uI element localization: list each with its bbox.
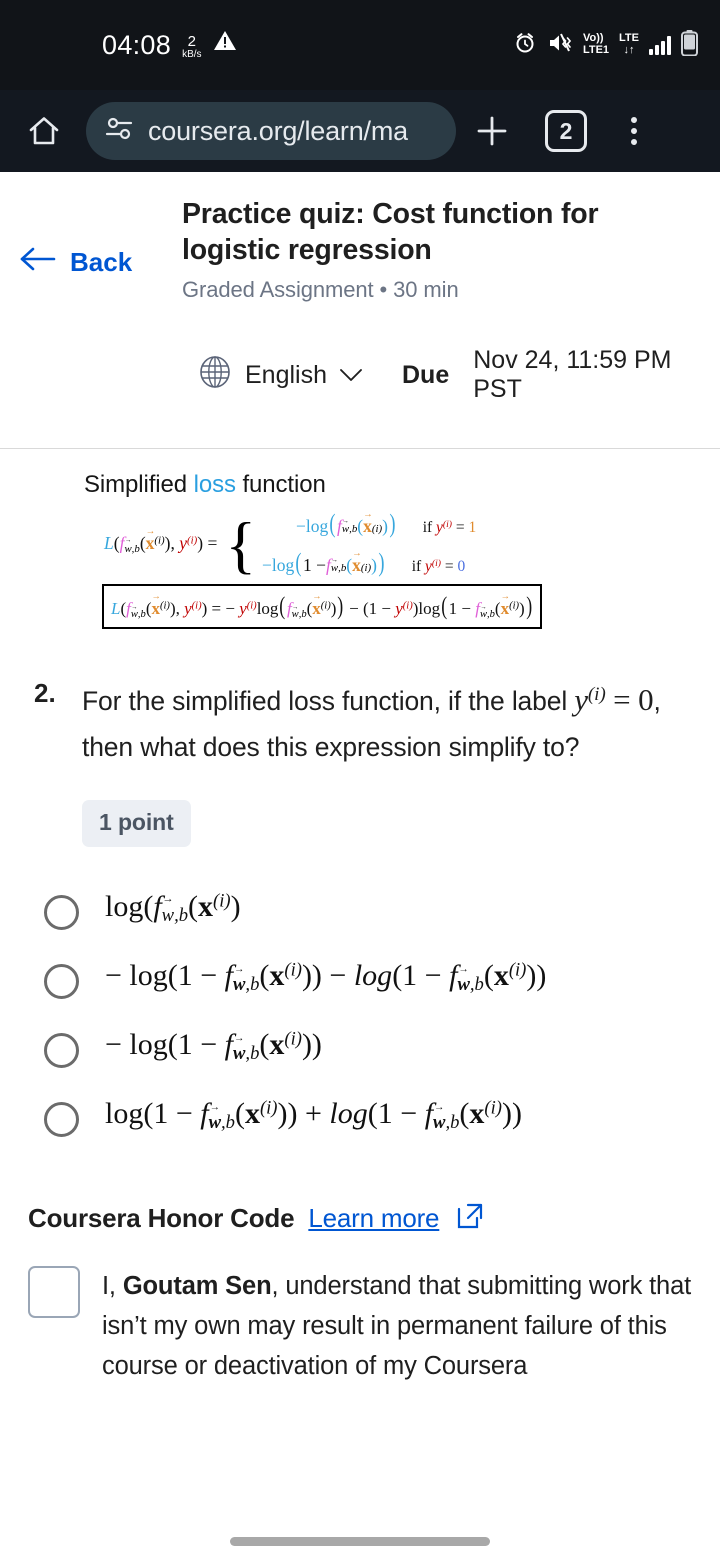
overflow-menu-icon[interactable] <box>604 117 664 145</box>
question-block: 2. For the simplified loss function, if … <box>0 629 720 847</box>
question-text-part-1: For the simplified loss function, if the… <box>82 686 575 717</box>
site-settings-icon[interactable] <box>104 116 134 147</box>
back-button-label: Back <box>70 247 133 278</box>
learn-more-link[interactable]: Learn more <box>308 1203 439 1234</box>
piecewise-case-2-condition: if y(i) = 0 <box>411 558 466 576</box>
volte-line-2: LTE1 <box>582 44 610 56</box>
plus-icon[interactable] <box>456 112 528 150</box>
radio-button-3[interactable] <box>44 1032 79 1068</box>
answer-option-2-label: − log(1 − fw,b(x(i))) − log(1 − fw,b(x(i… <box>105 956 690 999</box>
language-label: English <box>245 360 327 389</box>
question-body: For the simplified loss function, if the… <box>82 675 686 847</box>
boxed-simplified-loss-formula: L(fw,b(x(i)), y(i)) = − y(i)log(fw,b(x(i… <box>102 584 543 630</box>
slide-caption: Simplified loss function <box>0 471 720 499</box>
slide-formula-area: L(fw,b(x(i)), y(i)) = { −log(fw,b(x(i)))… <box>0 509 720 630</box>
due-date: Nov 24, 11:59 PM PST <box>473 346 672 404</box>
menu-dot-1 <box>631 117 637 123</box>
answer-option-4[interactable]: log(1 − fw,b(x(i))) + log(1 − fw,b(x(i))… <box>44 1094 690 1137</box>
radio-button-4[interactable] <box>44 1101 79 1137</box>
warning-triangle-icon <box>213 30 237 57</box>
piecewise-left-hand-side: L(fw,b(x(i)), y(i)) = <box>104 527 217 555</box>
question-inline-math: y(i) = 0 <box>574 682 654 718</box>
piecewise-cases: −log(fw,b(x(i))) if y(i) = 1 −log(1 − fw… <box>262 509 476 578</box>
answer-option-3[interactable]: − log(1 − fw,b(x(i))) <box>44 1025 690 1068</box>
alarm-clock-icon <box>513 31 537 60</box>
answer-option-1-label: log(fw,b(x(i)) <box>105 887 690 930</box>
radio-button-2[interactable] <box>44 963 79 999</box>
radio-button-1[interactable] <box>44 894 79 930</box>
chevron-down-icon <box>338 361 364 390</box>
honor-statement-prefix: I, <box>102 1271 123 1300</box>
answer-options-list: log(fw,b(x(i)) − log(1 − fw,b(x(i))) − l… <box>0 847 720 1137</box>
honor-user-name: Goutam Sen <box>122 1271 272 1300</box>
slide-caption-pre: Simplified <box>84 471 194 499</box>
lte-indicator: LTE ↓↑ <box>619 33 639 56</box>
honor-code-title-row: Coursera Honor Code Learn more <box>28 1201 692 1236</box>
browser-toolbar: coursera.org/learn/ma 2 <box>0 90 720 172</box>
answer-option-1[interactable]: log(fw,b(x(i)) <box>44 887 690 930</box>
question-text: For the simplified loss function, if the… <box>82 675 686 768</box>
back-button[interactable]: Back <box>18 196 182 303</box>
quiz-title-block: Practice quiz: Cost function for logisti… <box>182 196 702 303</box>
honor-code-agreement-row: I, Goutam Sen, understand that submittin… <box>28 1265 692 1387</box>
volte-indicator: Vo)) LTE1 <box>583 33 609 56</box>
vibrate-mute-icon <box>547 32 573 59</box>
back-arrow-icon <box>18 246 58 279</box>
language-selector[interactable]: English <box>196 353 364 398</box>
question-number: 2. <box>34 678 56 709</box>
menu-dot-2 <box>631 128 637 134</box>
network-speed-unit: kB/s <box>182 48 202 60</box>
quiz-page: Back Practice quiz: Cost function for lo… <box>0 172 720 1560</box>
honor-code-statement: I, Goutam Sen, understand that submittin… <box>102 1266 692 1387</box>
quiz-subtitle: Graded Assignment • 30 min <box>182 277 459 303</box>
status-bar-left-cluster: 04:08 2 kB/s <box>0 29 237 60</box>
tab-count-label[interactable]: 2 <box>545 110 587 152</box>
network-speed-indicator: 2 kB/s <box>182 34 201 60</box>
slide-caption-post: function <box>235 471 326 499</box>
network-speed-value: 2 <box>187 32 196 50</box>
honor-code-checkbox[interactable] <box>28 1265 80 1318</box>
gesture-pill[interactable] <box>230 1536 490 1546</box>
piecewise-brace: { <box>225 509 257 581</box>
points-badge: 1 point <box>82 799 191 847</box>
tab-switcher-button[interactable]: 2 <box>528 110 604 152</box>
piecewise-case-2: −log(1 − fw,b(x(i))) if y(i) = 0 <box>262 548 476 578</box>
quiz-meta-row: English Due Nov 24, 11:59 PM PST <box>0 303 720 404</box>
address-bar[interactable]: coursera.org/learn/ma <box>86 102 456 160</box>
url-text[interactable]: coursera.org/learn/ma <box>148 116 408 147</box>
signal-bars-icon <box>649 35 671 55</box>
page-title: Practice quiz: Cost function for logisti… <box>182 198 599 267</box>
battery-icon <box>681 29 698 61</box>
android-status-bar: 04:08 2 kB/s Vo)) LTE1 LTE ↓↑ <box>0 0 720 90</box>
piecewise-loss-formula: L(fw,b(x(i)), y(i)) = { −log(fw,b(x(i)))… <box>104 509 720 578</box>
menu-dot-3 <box>631 139 637 145</box>
globe-icon <box>196 353 234 398</box>
due-label: Due <box>402 360 450 389</box>
lte-data-arrows: ↓↑ <box>623 44 635 56</box>
home-icon[interactable] <box>16 114 72 148</box>
answer-option-4-label: log(1 − fw,b(x(i))) + log(1 − fw,b(x(i))… <box>105 1094 690 1137</box>
honor-code-title: Coursera Honor Code <box>28 1202 295 1233</box>
slide-caption-highlight: loss <box>193 471 236 499</box>
android-gesture-bar[interactable] <box>0 1522 720 1560</box>
status-bar-right-cluster: Vo)) LTE1 LTE ↓↑ <box>513 29 698 61</box>
piecewise-case-1-condition: if y(i) = 1 <box>422 519 477 537</box>
clock: 04:08 <box>102 29 172 60</box>
answer-option-3-label: − log(1 − fw,b(x(i))) <box>105 1025 690 1068</box>
lecture-slide-figure: Simplified loss function L(fw,b(x(i)), y… <box>0 449 720 630</box>
piecewise-case-1: −log(fw,b(x(i))) if y(i) = 1 <box>262 509 476 539</box>
answer-option-2[interactable]: − log(1 − fw,b(x(i))) − log(1 − fw,b(x(i… <box>44 956 690 999</box>
honor-code-section: Coursera Honor Code Learn more I, Goutam… <box>0 1163 720 1387</box>
external-link-icon[interactable] <box>455 1201 485 1236</box>
quiz-header: Back Practice quiz: Cost function for lo… <box>0 172 720 303</box>
